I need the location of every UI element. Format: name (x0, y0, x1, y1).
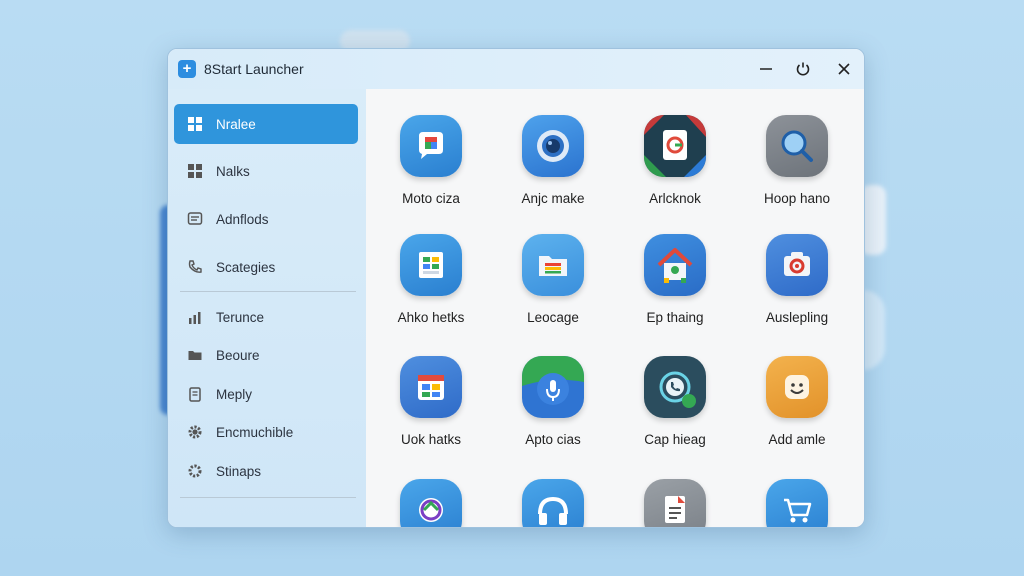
chat-bubble-icon (400, 115, 462, 177)
app-label: Auslepling (765, 310, 829, 325)
folder-icon (522, 234, 584, 296)
sidebar-item-label: Stinaps (216, 463, 262, 479)
sidebar-item-nalks[interactable]: Nalks (174, 151, 358, 191)
chart-icon (186, 308, 204, 326)
app-logo-icon: + (178, 60, 196, 78)
sidebar-item-label: Terunce (216, 309, 265, 325)
title-bar: + 8Start Launcher (168, 49, 864, 89)
app-tile[interactable] (615, 479, 735, 527)
app-label: Cap hieag (644, 432, 706, 447)
power-icon (796, 62, 810, 76)
sidebar-item-label: Beoure (216, 347, 260, 363)
app-label: Uok hatks (400, 432, 462, 447)
ring-icon (400, 479, 462, 527)
grid-icon (186, 115, 204, 133)
app-label: Moto ciza (402, 191, 460, 206)
app-tile[interactable]: Arlcknok (615, 115, 735, 206)
app-tile[interactable]: Cap hieag (615, 356, 735, 447)
close-icon (838, 63, 850, 75)
app-grid: Moto ciza Anjc make Arlcknok Hoop hano A… (366, 89, 864, 527)
sidebar-item-meply[interactable]: Meply (174, 374, 358, 414)
app-tile[interactable] (737, 479, 857, 527)
sidebar-item-nralee[interactable]: Nralee (174, 104, 358, 144)
minimize-button[interactable] (753, 57, 779, 81)
app-tile[interactable]: Anjc make (493, 115, 613, 206)
app-label: Anjc make (521, 191, 585, 206)
home-icon (644, 234, 706, 296)
app-tile[interactable]: Hoop hano (737, 115, 857, 206)
camera-lens-icon (522, 115, 584, 177)
minimize-icon (760, 68, 772, 70)
app-label: Leocage (527, 310, 579, 325)
app-tile[interactable]: Auslepling (737, 234, 857, 325)
message-icon (186, 210, 204, 228)
magnifier-icon (766, 115, 828, 177)
sidebar-item-label: Meply (216, 386, 253, 402)
phone-circle-icon (644, 356, 706, 418)
sidebar-divider (180, 497, 356, 498)
microphone-icon (522, 356, 584, 418)
app-label: Ep thaing (646, 310, 704, 325)
sidebar-item-label: Scategies (216, 259, 276, 275)
sidebar-item-beoure[interactable]: Beoure (174, 335, 358, 375)
cart-icon (766, 479, 828, 527)
phone-icon (186, 258, 204, 276)
app-tile[interactable]: Add amle (737, 356, 857, 447)
close-button[interactable] (831, 57, 857, 81)
app-tile[interactable]: Uok hatks (371, 356, 491, 447)
document-icon (644, 479, 706, 527)
app-tile[interactable]: Apto cias (493, 356, 613, 447)
app-tile[interactable]: Ahko hetks (371, 234, 491, 325)
app-label: Arlcknok (649, 191, 701, 206)
sidebar-item-label: Encmuchible (216, 424, 294, 440)
headphones-icon (522, 479, 584, 527)
sidebar-item-label: Adnflods (216, 211, 269, 227)
sidebar-divider (180, 291, 356, 292)
app-label: Apto cias (525, 432, 581, 447)
sidebar-item-adnflods[interactable]: Adnflods (174, 199, 358, 239)
sidebar-item-label: Nralee (216, 116, 256, 132)
app-tile[interactable] (493, 479, 613, 527)
app-tile[interactable]: Moto ciza (371, 115, 491, 206)
launcher-window: + 8Start Launcher Nralee Nalks Adnflods (167, 48, 865, 528)
app-tile[interactable]: Ep thaing (615, 234, 735, 325)
app-tile[interactable] (371, 479, 491, 527)
sidebar-item-terunce[interactable]: Terunce (174, 297, 358, 337)
sidebar-item-scategies[interactable]: Scategies (174, 247, 358, 287)
sidebar: Nralee Nalks Adnflods Scategies Terunce … (168, 89, 366, 527)
app-tile[interactable]: Leocage (493, 234, 613, 325)
sidebar-item-stinaps[interactable]: Stinaps (174, 451, 358, 491)
settings-icon (186, 462, 204, 480)
camera-icon (766, 234, 828, 296)
apps-icon (186, 162, 204, 180)
power-button[interactable] (790, 57, 816, 81)
app-label: Ahko hetks (397, 310, 465, 325)
smiley-icon (766, 356, 828, 418)
app-label: Hoop hano (763, 191, 831, 206)
calendar-icon (400, 356, 462, 418)
window-title: 8Start Launcher (204, 61, 304, 77)
folder-icon (186, 346, 204, 364)
clipboard-icon (186, 385, 204, 403)
store-bag-icon (644, 115, 706, 177)
spreadsheet-icon (400, 234, 462, 296)
sidebar-item-label: Nalks (216, 163, 250, 179)
sidebar-item-encmuchible[interactable]: Encmuchible (174, 412, 358, 452)
gear-icon (186, 423, 204, 441)
app-label: Add amle (768, 432, 826, 447)
